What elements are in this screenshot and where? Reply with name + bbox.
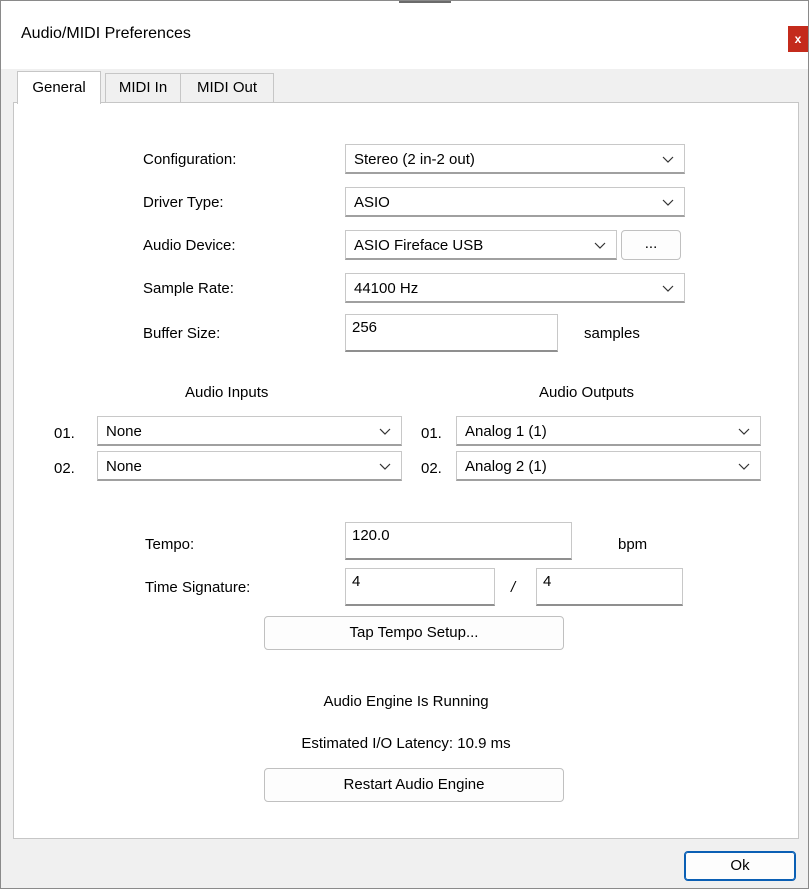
restart-audio-engine-button[interactable]: Restart Audio Engine — [264, 768, 564, 802]
audio-input-02-select[interactable]: None — [97, 451, 402, 481]
audio-device-settings-button[interactable]: ... — [621, 230, 681, 260]
configuration-value: Stereo (2 in-2 out) — [354, 151, 475, 168]
audio-input-02-value: None — [106, 458, 142, 475]
preferences-window: Audio/MIDI Preferences x General MIDI In… — [0, 0, 809, 889]
chevron-down-icon — [738, 463, 750, 470]
title-bar-notch — [399, 1, 451, 3]
configuration-label: Configuration: — [143, 151, 237, 168]
tab-general[interactable]: General — [17, 71, 101, 104]
input-01-index: 01. — [54, 425, 75, 442]
buffer-size-value: 256 — [352, 319, 378, 336]
engine-status-text: Audio Engine Is Running — [323, 693, 489, 710]
tempo-label: Tempo: — [145, 536, 195, 553]
audio-inputs-header: Audio Inputs — [185, 384, 269, 401]
time-signature-numerator-input[interactable]: 4 — [345, 568, 495, 606]
time-signature-denominator-input[interactable]: 4 — [536, 568, 683, 606]
buffer-size-label: Buffer Size: — [143, 325, 221, 342]
sample-rate-select[interactable]: 44100 Hz — [345, 273, 685, 303]
sample-rate-value: 44100 Hz — [354, 280, 419, 297]
audio-input-01-select[interactable]: None — [97, 416, 402, 446]
chevron-down-icon — [662, 285, 674, 292]
audio-device-value: ASIO Fireface USB — [354, 237, 484, 254]
driver-type-value: ASIO — [354, 194, 390, 211]
output-01-index: 01. — [421, 425, 442, 442]
buffer-size-unit: samples — [584, 325, 640, 342]
tap-tempo-setup-button[interactable]: Tap Tempo Setup... — [264, 616, 564, 650]
buffer-size-input[interactable]: 256 — [345, 314, 558, 352]
audio-output-02-select[interactable]: Analog 2 (1) — [456, 451, 761, 481]
chevron-down-icon — [662, 199, 674, 206]
driver-type-label: Driver Type: — [143, 194, 224, 211]
tempo-value: 120.0 — [352, 527, 390, 544]
tab-midi-out[interactable]: MIDI Out — [180, 73, 274, 102]
sample-rate-label: Sample Rate: — [143, 280, 234, 297]
audio-output-02-value: Analog 2 (1) — [465, 458, 547, 475]
tempo-input[interactable]: 120.0 — [345, 522, 572, 560]
audio-outputs-header: Audio Outputs — [539, 384, 635, 401]
time-signature-separator: / — [511, 579, 516, 596]
title-bar: Audio/MIDI Preferences x — [1, 1, 808, 69]
window-title: Audio/MIDI Preferences — [21, 25, 191, 42]
driver-type-select[interactable]: ASIO — [345, 187, 685, 217]
ok-button[interactable]: Ok — [684, 851, 796, 881]
general-panel: Configuration: Stereo (2 in-2 out) Drive… — [13, 102, 799, 839]
time-signature-denominator: 4 — [543, 573, 552, 590]
audio-input-01-value: None — [106, 423, 142, 440]
output-02-index: 02. — [421, 460, 442, 477]
audio-device-label: Audio Device: — [143, 237, 236, 254]
close-button[interactable]: x — [788, 26, 808, 52]
latency-text: Estimated I/O Latency: 10.9 ms — [301, 735, 511, 752]
time-signature-numerator: 4 — [352, 573, 361, 590]
chevron-down-icon — [738, 428, 750, 435]
time-signature-label: Time Signature: — [145, 579, 251, 596]
input-02-index: 02. — [54, 460, 75, 477]
audio-output-01-value: Analog 1 (1) — [465, 423, 547, 440]
chevron-down-icon — [662, 156, 674, 163]
tempo-unit: bpm — [618, 536, 648, 553]
tab-midi-in[interactable]: MIDI In — [105, 73, 181, 102]
chevron-down-icon — [379, 428, 391, 435]
chevron-down-icon — [594, 242, 606, 249]
audio-device-select[interactable]: ASIO Fireface USB — [345, 230, 617, 260]
configuration-select[interactable]: Stereo (2 in-2 out) — [345, 144, 685, 174]
chevron-down-icon — [379, 463, 391, 470]
audio-output-01-select[interactable]: Analog 1 (1) — [456, 416, 761, 446]
